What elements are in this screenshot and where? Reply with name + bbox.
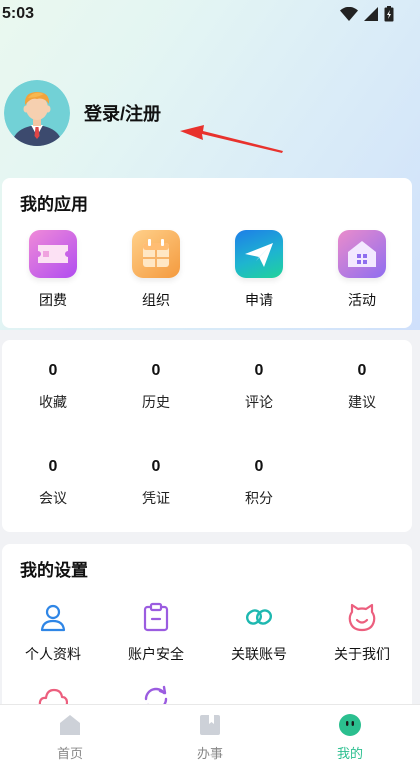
app-label: 组织: [142, 292, 170, 308]
setting-label: 个人资料: [25, 646, 81, 662]
stat-suggestions[interactable]: 0 建议: [322, 362, 402, 412]
status-bar: 5:03: [0, 0, 420, 28]
calendar-icon: [132, 230, 180, 278]
house-icon: [338, 230, 386, 278]
setting-about-us[interactable]: 关于我们: [314, 602, 410, 664]
setting-account-security[interactable]: 账户安全: [108, 602, 204, 664]
stat-value: 0: [357, 362, 367, 379]
profile-header: 登录/注册: [4, 80, 161, 146]
stat-comments[interactable]: 0 评论: [219, 362, 299, 412]
setting-label: 账户安全: [128, 646, 184, 662]
home-icon: [60, 715, 80, 735]
stat-history[interactable]: 0 历史: [116, 362, 196, 412]
wifi-icon: [340, 7, 358, 21]
bottom-tab-bar: 首页 办事 我的: [0, 704, 420, 766]
stat-label: 评论: [245, 394, 273, 410]
app-item-huodong[interactable]: 活动: [322, 230, 402, 310]
app-item-shenqing[interactable]: 申请: [219, 230, 299, 310]
stat-label: 积分: [245, 490, 273, 506]
stat-value: 0: [151, 458, 161, 475]
status-time: 5:03: [2, 5, 35, 22]
battery-icon: [384, 6, 394, 22]
app-label: 申请: [245, 292, 273, 308]
login-register-link[interactable]: 登录/注册: [84, 100, 161, 126]
stat-value: 0: [254, 458, 264, 475]
stat-label: 凭证: [142, 490, 170, 506]
app-label: 活动: [348, 292, 376, 308]
pointer-arrow: [180, 125, 283, 153]
stat-label: 历史: [142, 394, 170, 410]
avatar[interactable]: [4, 80, 70, 146]
stat-label: 收藏: [39, 394, 67, 410]
stat-value: 0: [151, 362, 161, 379]
face-icon: [348, 603, 376, 632]
tab-mine[interactable]: 我的: [280, 705, 420, 766]
setting-label: 关于我们: [334, 646, 390, 662]
my-apps-card: 我的应用 团费 组织 申请 活动: [2, 178, 412, 328]
stat-value: 0: [254, 362, 264, 379]
app-item-zuzhi[interactable]: 组织: [116, 230, 196, 310]
app-label: 团费: [39, 292, 67, 308]
clipboard-icon: [143, 602, 169, 632]
bookmark-icon: [200, 715, 220, 735]
stats-card: 0 收藏 0 历史 0 评论 0 建议 0 会议 0 凭证 0 积分: [2, 340, 412, 532]
setting-linked-accounts[interactable]: 关联账号: [211, 602, 307, 664]
app-item-tuanfei[interactable]: 团费: [13, 230, 93, 310]
user-icon: [40, 604, 66, 632]
status-icons: [340, 6, 394, 22]
tab-label: 办事: [196, 746, 223, 761]
setting-label: 关联账号: [231, 646, 287, 662]
setting-profile[interactable]: 个人资料: [5, 602, 101, 664]
stat-vouchers[interactable]: 0 凭证: [116, 458, 196, 508]
paper-plane-icon: [235, 230, 283, 278]
stat-meetings[interactable]: 0 会议: [13, 458, 93, 508]
section-title: 我的应用: [20, 195, 88, 214]
tab-label: 首页: [56, 746, 83, 761]
link-icon: [245, 609, 273, 625]
ticket-icon: [29, 230, 77, 278]
signal-icon: [364, 7, 378, 21]
stat-label: 会议: [39, 490, 67, 506]
tab-services[interactable]: 办事: [140, 705, 280, 766]
profile-icon: [339, 714, 361, 736]
stat-label: 建议: [348, 394, 376, 410]
stat-value: 0: [48, 458, 58, 475]
section-title: 我的设置: [20, 561, 88, 580]
tab-label: 我的: [336, 746, 363, 761]
stat-value: 0: [48, 362, 58, 379]
tab-home[interactable]: 首页: [0, 705, 140, 766]
stat-points[interactable]: 0 积分: [219, 458, 299, 508]
stat-favorites[interactable]: 0 收藏: [13, 362, 93, 412]
